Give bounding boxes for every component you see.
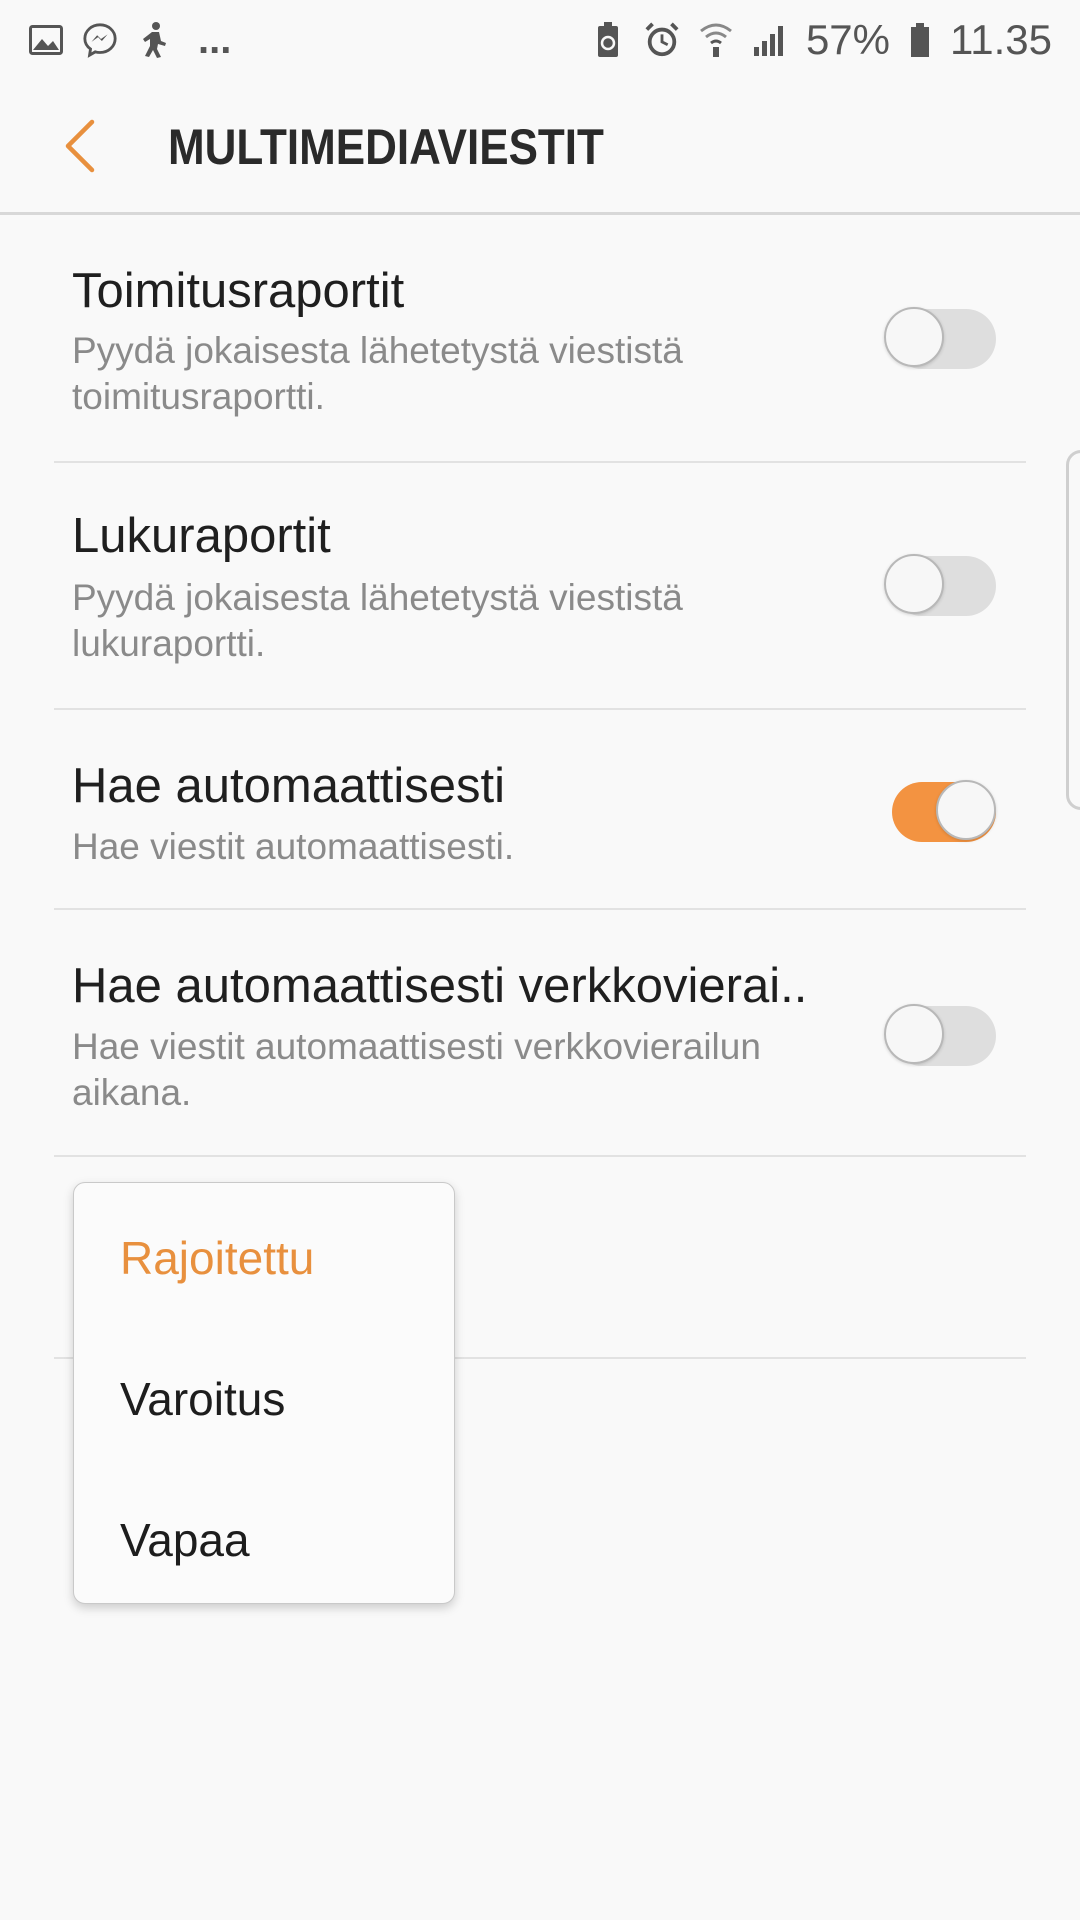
messenger-icon bbox=[82, 22, 118, 58]
auto-retrieve-roaming-toggle[interactable] bbox=[884, 1004, 996, 1066]
auto-retrieve-toggle[interactable] bbox=[884, 780, 996, 842]
delivery-reports-toggle[interactable] bbox=[884, 307, 996, 369]
setting-title: Lukuraportit bbox=[72, 509, 331, 563]
toggle-knob bbox=[884, 554, 944, 614]
back-button[interactable] bbox=[50, 116, 110, 176]
dropdown-option-varoitus[interactable]: Varoitus bbox=[120, 1372, 285, 1426]
setting-auto-retrieve-roaming[interactable]: Hae automaattisesti verkkovierai.. Hae v… bbox=[54, 910, 1026, 1157]
screen: ... 57% 11.35 MULTIMEDIAVIESTIT Toimitus… bbox=[0, 0, 1080, 1920]
status-overflow: ... bbox=[198, 17, 232, 62]
setting-auto-retrieve[interactable]: Hae automaattisesti Hae viestit automaat… bbox=[54, 710, 1026, 910]
clock: 11.35 bbox=[950, 16, 1052, 63]
setting-subtitle: Hae viestit automaattisesti. bbox=[72, 826, 515, 867]
read-reports-toggle[interactable] bbox=[884, 554, 996, 616]
toggle-knob bbox=[884, 307, 944, 367]
status-left: ... bbox=[28, 18, 231, 63]
signal-icon bbox=[752, 22, 788, 58]
battery-icon bbox=[908, 22, 932, 58]
toggle-knob bbox=[936, 780, 996, 840]
toggle-knob bbox=[884, 1004, 944, 1064]
dropdown-option-vapaa[interactable]: Vapaa bbox=[120, 1513, 250, 1567]
setting-subtitle: Pyydä jokaisesta lähetetystä viestistä t… bbox=[72, 330, 683, 417]
fitness-icon bbox=[136, 22, 172, 58]
app-bar: MULTIMEDIAVIESTIT bbox=[0, 80, 1080, 212]
status-right: 57% 11.35 bbox=[590, 16, 1052, 64]
setting-delivery-reports[interactable]: Toimitusraportit Pyydä jokaisesta lähete… bbox=[54, 215, 1026, 463]
wifi-icon bbox=[698, 22, 734, 58]
battery-percent: 57% bbox=[805, 16, 890, 63]
setting-read-reports[interactable]: Lukuraportit Pyydä jokaisesta lähetetyst… bbox=[54, 463, 1026, 710]
alarm-icon bbox=[644, 22, 680, 58]
setting-title: Hae automaattisesti bbox=[72, 759, 506, 813]
creation-mode-dropdown: Rajoitettu Varoitus Vapaa bbox=[73, 1182, 455, 1604]
setting-subtitle: Hae viestit automaattisesti verkkovierai… bbox=[72, 1026, 761, 1113]
back-chevron-icon bbox=[65, 119, 95, 173]
page-title: MULTIMEDIAVIESTIT bbox=[168, 119, 604, 175]
edge-panel-handle[interactable] bbox=[1066, 450, 1080, 810]
gallery-icon bbox=[28, 22, 64, 58]
setting-subtitle: Pyydä jokaisesta lähetetystä viestistä l… bbox=[72, 577, 683, 664]
dropdown-option-rajoitettu[interactable]: Rajoitettu bbox=[120, 1231, 314, 1285]
setting-title: Hae automaattisesti verkkovierai.. bbox=[72, 959, 808, 1013]
setting-title: Toimitusraportit bbox=[72, 264, 405, 318]
battery-saver-icon bbox=[590, 22, 626, 58]
list-divider bbox=[455, 1357, 1026, 1359]
status-bar: ... 57% 11.35 bbox=[0, 0, 1080, 80]
list-divider bbox=[54, 1357, 73, 1359]
